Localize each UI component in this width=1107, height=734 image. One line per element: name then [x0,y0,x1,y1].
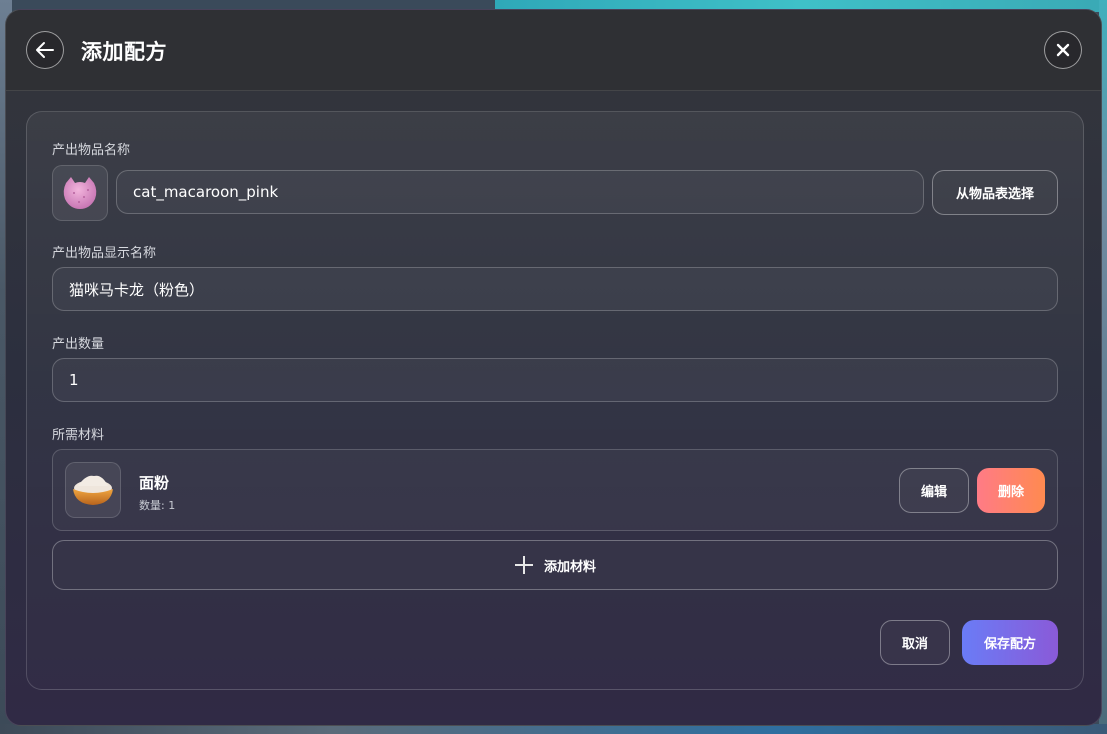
material-name: 面粉 [139,474,170,492]
quantity-label: 产出数量 [52,337,105,352]
select-from-table-button[interactable]: 从物品表选择 [932,170,1058,215]
close-icon [1056,43,1070,57]
display-name-input[interactable] [52,267,1058,311]
edit-material-button[interactable]: 编辑 [899,468,969,513]
flour-bowl-icon [73,475,113,505]
item-name-label: 产出物品名称 [52,143,131,158]
plus-icon [514,556,533,574]
materials-label: 所需材料 [52,428,105,443]
delete-material-button[interactable]: 删除 [977,468,1045,513]
cancel-button[interactable]: 取消 [880,620,950,665]
add-material-button[interactable]: 添加材料 [52,540,1058,590]
add-recipe-dialog: 添加配方 产出物品名称 cat_macaroon_pink 从物品表选择 产出物… [5,9,1102,726]
quantity-input[interactable] [52,358,1058,402]
arrow-left-icon [36,42,54,58]
item-name-input[interactable] [116,170,924,214]
close-button[interactable] [1044,31,1082,69]
list-item: 面粉 数量: 1 编辑 删除 [52,449,1058,531]
recipe-form-card: 产出物品名称 从物品表选择 产出物品显示名称 产出数量 [26,111,1084,690]
material-icon-box [65,462,121,518]
back-button[interactable] [26,31,64,69]
cat-macaroon-icon [63,177,97,209]
material-quantity: 数量: 1 [139,499,176,512]
add-material-label: 添加材料 [543,559,596,575]
dialog-header: 添加配方 [6,10,1101,91]
item-icon-box[interactable] [52,165,108,221]
display-name-label: 产出物品显示名称 [52,246,157,261]
dialog-title: 添加配方 [81,40,167,64]
save-recipe-button[interactable]: 保存配方 [962,620,1058,665]
